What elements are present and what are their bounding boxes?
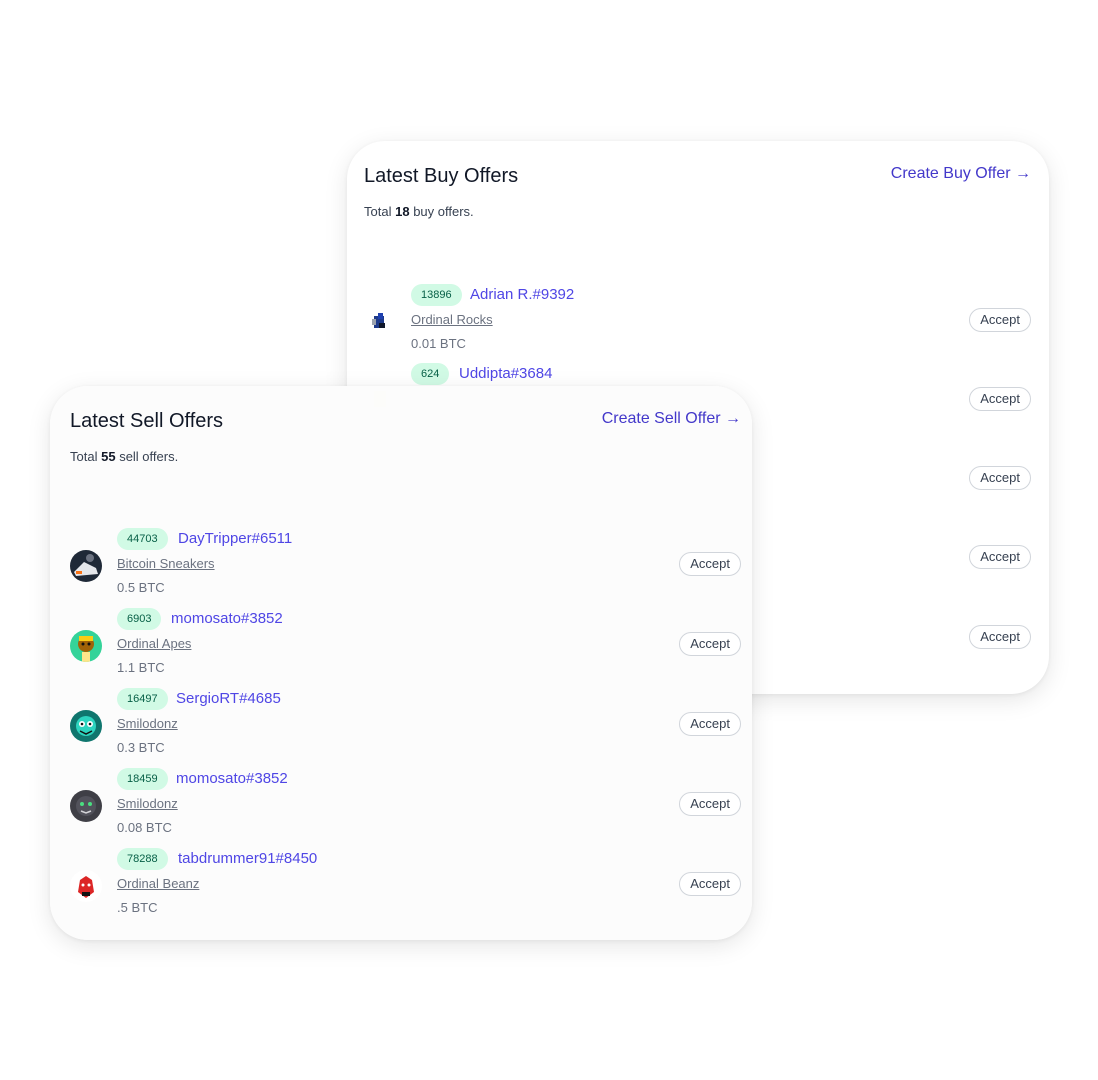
accept-button[interactable]: Accept bbox=[969, 466, 1031, 490]
accept-button[interactable]: Accept bbox=[679, 792, 741, 816]
create-buy-offer-link[interactable]: Create Buy Offer → bbox=[891, 165, 1031, 183]
inscription-badge: 624 bbox=[411, 363, 450, 385]
nft-avatar bbox=[70, 550, 102, 582]
user-link[interactable]: tabdrummer91#8450 bbox=[178, 850, 317, 867]
sell-offer-row: 18459 momosato#3852 Smilodonz 0.08 BTC A… bbox=[50, 768, 752, 848]
nft-avatar bbox=[70, 790, 102, 822]
user-link[interactable]: Uddipta#3684 bbox=[459, 365, 552, 382]
offer-price: 0.3 BTC bbox=[117, 740, 165, 755]
accept-button[interactable]: Accept bbox=[969, 308, 1031, 332]
user-link[interactable]: DayTripper#6511 bbox=[178, 530, 292, 547]
collection-link[interactable]: Smilodonz bbox=[117, 796, 178, 811]
user-link[interactable]: momosato#3852 bbox=[171, 610, 283, 627]
sell-offer-row: 78288 tabdrummer91#8450 Ordinal Beanz .5… bbox=[50, 848, 752, 928]
sell-offers-total: Total 55 sell offers. bbox=[70, 449, 178, 464]
user-link[interactable]: Adrian R.#9392 bbox=[470, 286, 574, 303]
accept-button[interactable]: Accept bbox=[969, 545, 1031, 569]
accept-button[interactable]: Accept bbox=[969, 387, 1031, 411]
accept-button[interactable]: Accept bbox=[969, 625, 1031, 649]
sell-offer-row: 6903 momosato#3852 Ordinal Apes 1.1 BTC … bbox=[50, 608, 752, 688]
collection-link[interactable]: Bitcoin Sneakers bbox=[117, 556, 215, 571]
accept-button[interactable]: Accept bbox=[679, 552, 741, 576]
collection-link[interactable]: Ordinal Beanz bbox=[117, 876, 199, 891]
total-prefix: Total bbox=[364, 204, 392, 219]
total-suffix: sell offers. bbox=[119, 449, 179, 464]
total-count: 55 bbox=[101, 449, 116, 464]
inscription-badge: 78288 bbox=[117, 848, 168, 870]
create-sell-offer-link[interactable]: Create Sell Offer → bbox=[602, 410, 741, 428]
buy-offers-total: Total 18 buy offers. bbox=[364, 204, 474, 219]
nft-avatar bbox=[70, 630, 102, 662]
total-count: 18 bbox=[395, 204, 410, 219]
buy-offers-title: Latest Buy Offers bbox=[364, 165, 519, 187]
accept-button[interactable]: Accept bbox=[679, 632, 741, 656]
sell-offer-row: 16497 SergioRT#4685 Smilodonz 0.3 BTC Ac… bbox=[50, 688, 752, 768]
total-prefix: Total bbox=[70, 449, 98, 464]
inscription-badge: 44703 bbox=[117, 528, 168, 550]
offer-price: 0.01 BTC bbox=[411, 336, 466, 351]
inscription-badge: 16497 bbox=[117, 688, 168, 710]
sell-offers-title: Latest Sell Offers bbox=[70, 410, 224, 432]
offer-price: 0.5 BTC bbox=[117, 580, 165, 595]
sell-offer-row: 44703 DayTripper#6511 Bitcoin Sneakers 0… bbox=[50, 528, 752, 608]
collection-link[interactable]: Ordinal Rocks bbox=[411, 312, 493, 327]
total-suffix: buy offers. bbox=[413, 204, 474, 219]
inscription-badge: 13896 bbox=[411, 284, 462, 306]
collection-link[interactable]: Smilodonz bbox=[117, 716, 178, 731]
buy-offer-row: 13896 Adrian R.#9392 Ordinal Rocks 0.01 … bbox=[347, 284, 1049, 364]
nft-avatar bbox=[70, 870, 102, 902]
sell-offers-card: Latest Sell Offers Create Sell Offer → T… bbox=[50, 386, 752, 940]
collection-link[interactable]: Ordinal Apes bbox=[117, 636, 191, 651]
nft-thumbnail bbox=[364, 304, 396, 336]
user-link[interactable]: SergioRT#4685 bbox=[176, 690, 281, 707]
offer-price: 1.1 BTC bbox=[117, 660, 165, 675]
offer-price: .5 BTC bbox=[117, 900, 158, 915]
user-link[interactable]: momosato#3852 bbox=[176, 770, 288, 787]
offer-price: 0.08 BTC bbox=[117, 820, 172, 835]
nft-avatar bbox=[70, 710, 102, 742]
accept-button[interactable]: Accept bbox=[679, 712, 741, 736]
inscription-badge: 18459 bbox=[117, 768, 168, 790]
inscription-badge: 6903 bbox=[117, 608, 162, 630]
accept-button[interactable]: Accept bbox=[679, 872, 741, 896]
